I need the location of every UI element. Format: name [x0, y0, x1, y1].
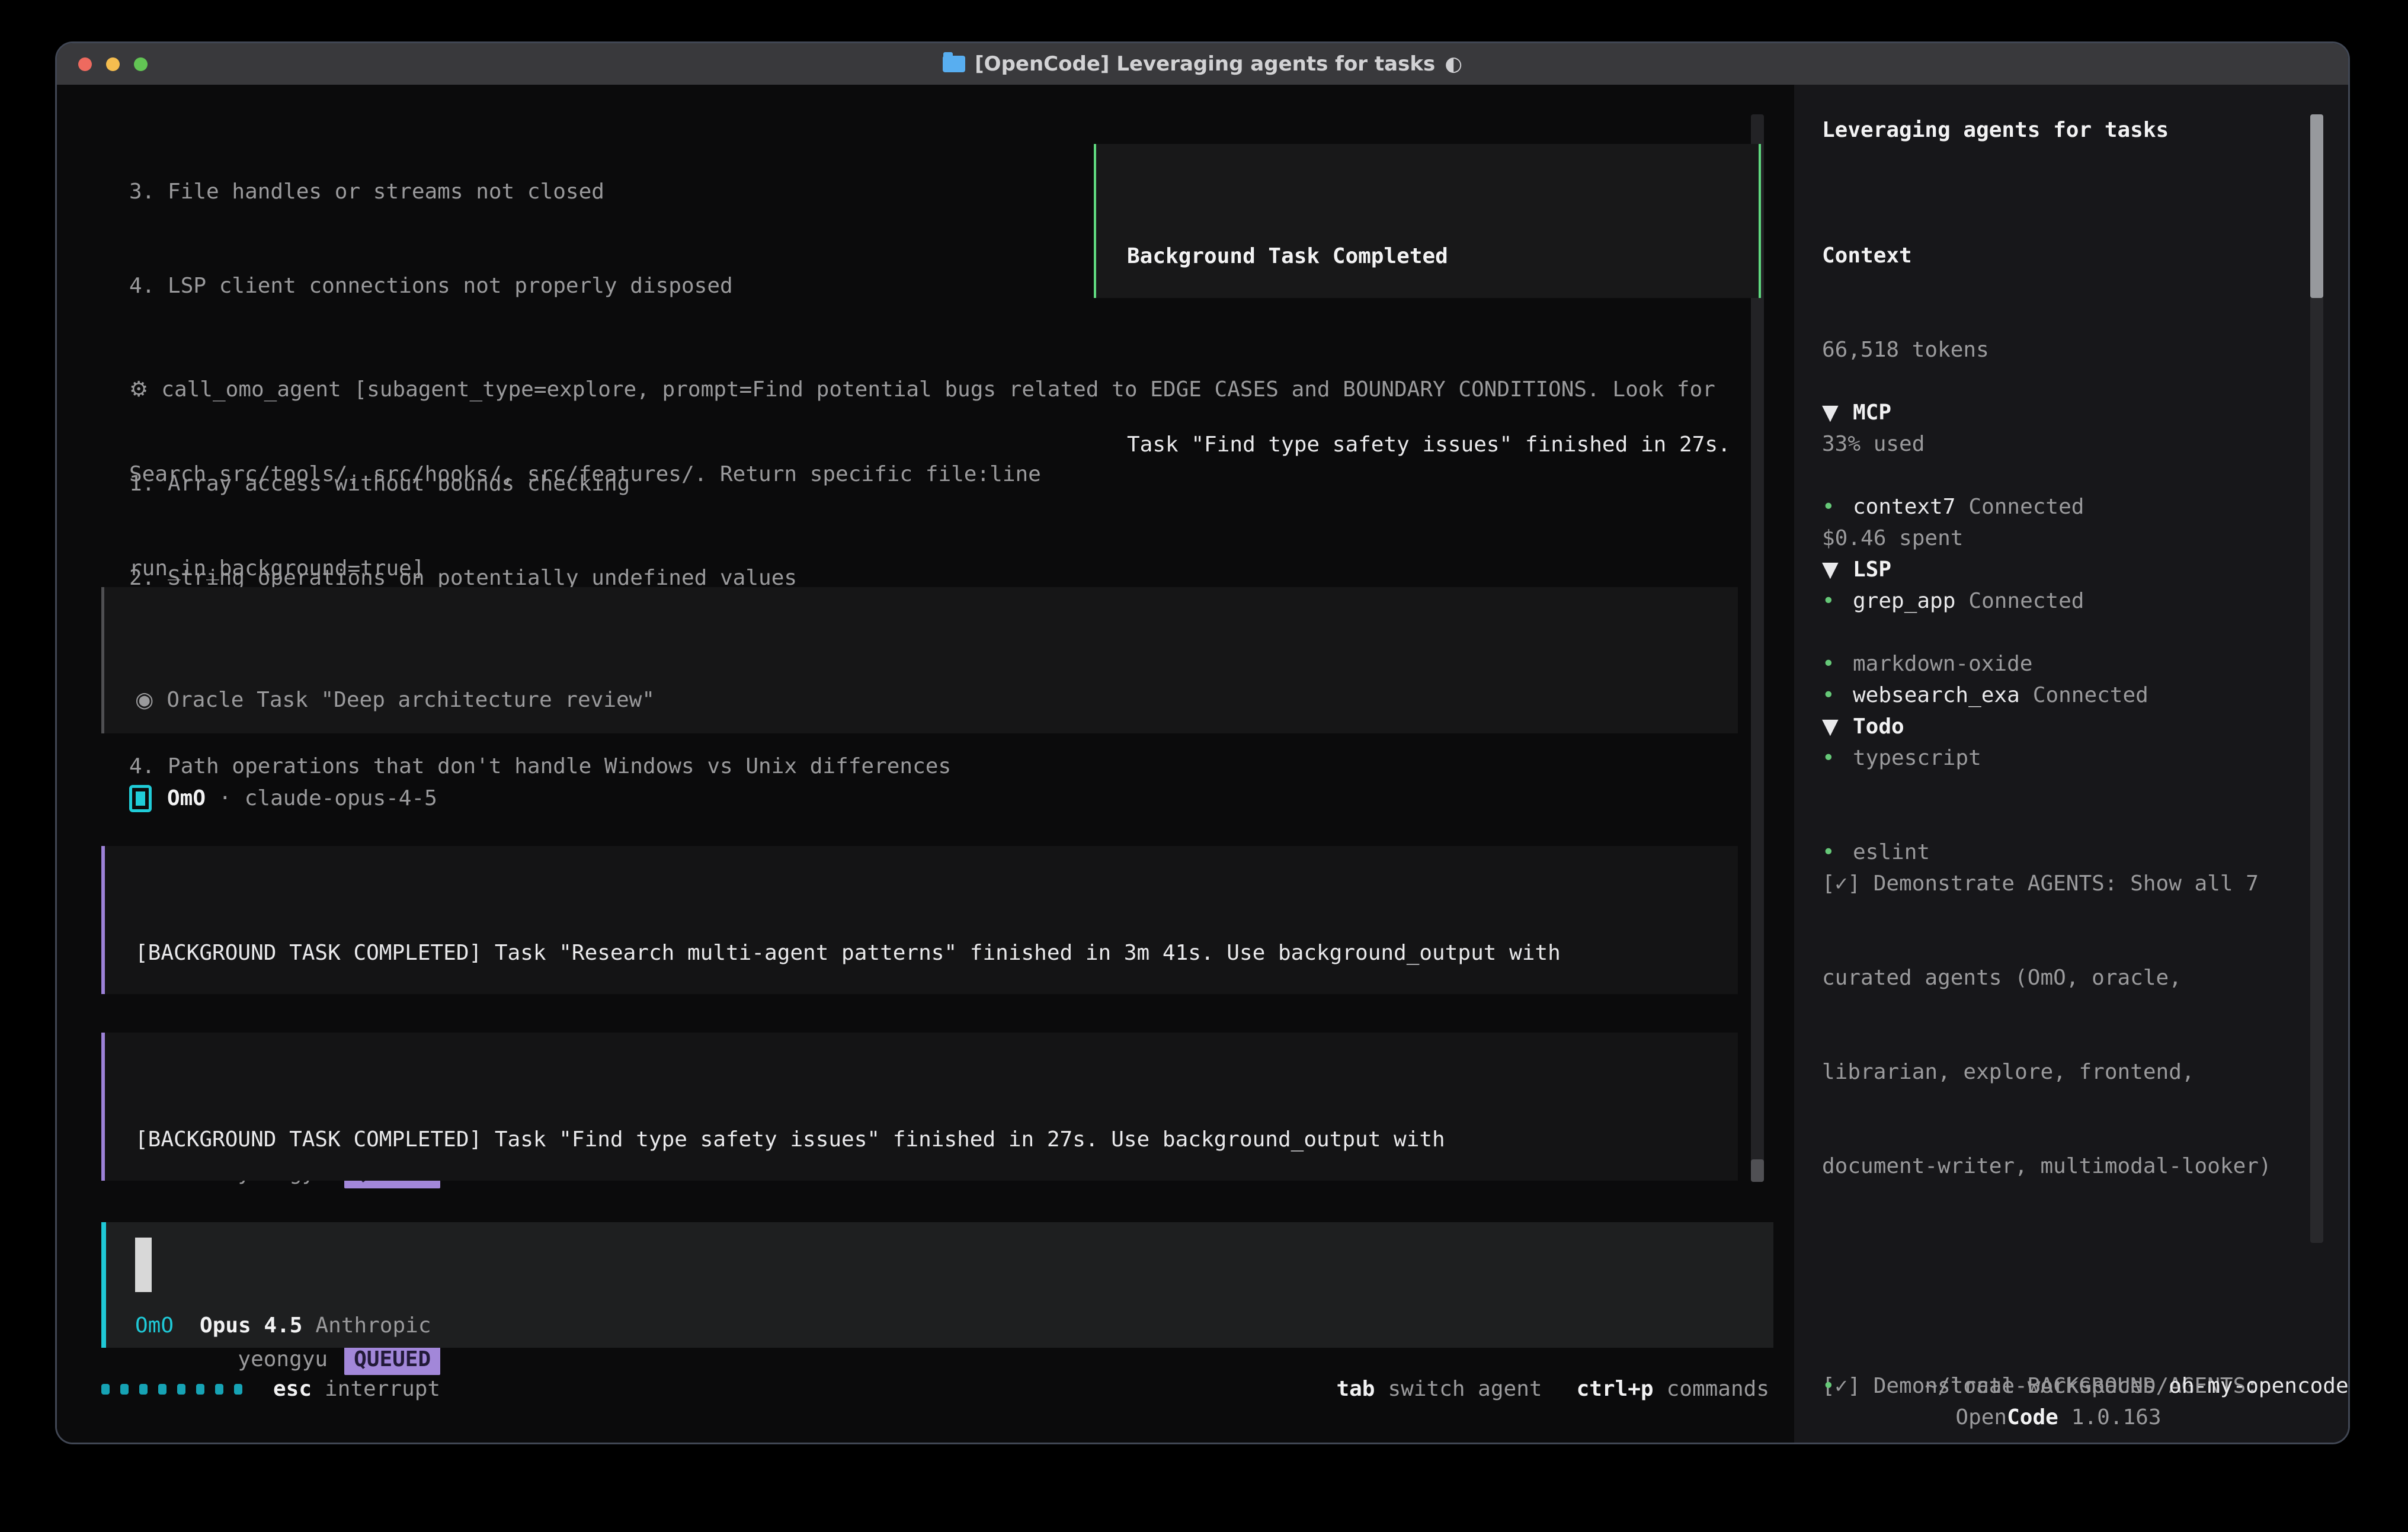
input-agent-name: OmO	[135, 1310, 174, 1341]
oracle-title: Oracle Task "Deep architecture review"	[166, 684, 655, 716]
terminal-window: [OpenCode] Leveraging agents for tasks ◐…	[55, 41, 2350, 1444]
sidebar: Leveraging agents for tasks Context 66,5…	[1794, 85, 2350, 1444]
lsp-section-header[interactable]: ▼LSP	[1822, 554, 2032, 585]
todo-line: document-writer, multimodal-looker)	[1822, 1150, 2297, 1182]
todo-item-done: [✓] Demonstrate AGENTS: Show all 7 curat…	[1822, 805, 2297, 1245]
task-line: [BACKGROUND TASK COMPLETED] Task "Resear…	[135, 937, 1738, 969]
mcp-heading: MCP	[1853, 397, 1891, 428]
input-meta-line: OmO Opus 4.5 Anthropic	[135, 1310, 431, 1341]
toast-body: Task "Find type safety issues" finished …	[1127, 429, 1759, 460]
context-heading: Context	[1822, 240, 1989, 271]
session-title: Leveraging agents for tasks	[1822, 114, 2169, 146]
collapse-triangle-icon: ▼	[1822, 554, 1853, 585]
session-state-icon: ◐	[1445, 52, 1462, 76]
tab-key-label: switch agent	[1388, 1373, 1542, 1405]
window-title: [OpenCode] Leveraging agents for tasks	[975, 52, 1435, 76]
tab-key-hint: tab	[1336, 1373, 1375, 1405]
agent-avatar-icon	[129, 785, 152, 812]
esc-key-hint: esc	[273, 1373, 312, 1405]
maximize-button[interactable]	[134, 57, 148, 71]
titlebar[interactable]: [OpenCode] Leveraging agents for tasks ◐	[57, 43, 2348, 85]
version-line: • OpenCode 1.0.163	[1822, 1370, 2162, 1444]
terminal-line: 4. LSP client connections not properly d…	[129, 270, 1041, 302]
separator-dot: ·	[219, 783, 232, 814]
green-dot-icon: •	[1822, 1370, 1853, 1444]
text-cursor	[135, 1238, 152, 1292]
status-bar: esc interrupt tab switch agent ctrl+p co…	[101, 1373, 1769, 1405]
agent-name: OmO	[167, 783, 206, 814]
collapse-triangle-icon: ▼	[1822, 711, 1853, 742]
oracle-title-line: ◉ Oracle Task "Deep architecture review"	[135, 684, 1738, 716]
folder-icon	[943, 56, 965, 72]
background-task-card: [BACKGROUND TASK COMPLETED] Task "Resear…	[101, 846, 1738, 994]
agent-message-header: OmO · claude-opus-4-5	[129, 783, 437, 814]
agent-model: claude-opus-4-5	[245, 783, 437, 814]
esc-key-label: interrupt	[325, 1373, 440, 1405]
input-provider: Anthropic	[315, 1310, 431, 1341]
todo-line: curated agents (OmO, oracle,	[1822, 962, 2297, 993]
gear-icon: ⚙	[129, 374, 148, 405]
todo-line: [✓] Demonstrate AGENTS: Show all 7	[1822, 868, 2297, 899]
task-line: [BACKGROUND TASK COMPLETED] Task "Find t…	[135, 1124, 1738, 1155]
ctrlp-key-label: commands	[1667, 1373, 1769, 1405]
workspace-path-main: oh-my-opencode:	[2169, 1374, 2350, 1398]
close-button[interactable]	[78, 57, 92, 71]
status-badge: QUEUED	[344, 1344, 440, 1375]
spinner-dots-icon	[101, 1384, 242, 1395]
sidebar-scrollbar[interactable]	[2310, 114, 2323, 1243]
input-model: Opus 4.5	[200, 1310, 302, 1341]
terminal-line: 3. File handles or streams not closed	[129, 176, 1041, 207]
background-task-toast: Background Task Completed Task "Find typ…	[1094, 144, 1761, 298]
todo-section-header[interactable]: ▼Todo	[1822, 711, 2297, 742]
oracle-task-card: ◉ Oracle Task "Deep architecture review"…	[101, 587, 1738, 733]
sidebar-scrollbar-thumb[interactable]	[2310, 114, 2323, 298]
toast-title: Background Task Completed	[1127, 241, 1759, 272]
app-version: 1.0.163	[2071, 1405, 2162, 1430]
ctrlp-key-hint: ctrl+p	[1577, 1373, 1654, 1405]
record-circle-icon: ◉	[135, 684, 153, 716]
background-task-card: [BACKGROUND TASK COMPLETED] Task "Find t…	[101, 1033, 1738, 1181]
mcp-section-header[interactable]: ▼MCP	[1822, 397, 2148, 428]
todo-line: librarian, explore, frontend,	[1822, 1056, 2297, 1088]
app-name-prefix: Open	[1955, 1405, 2007, 1430]
app-name-bold: Code	[2007, 1405, 2058, 1430]
todo-heading: Todo	[1853, 711, 1904, 742]
lsp-heading: LSP	[1853, 554, 1891, 585]
collapse-triangle-icon: ▼	[1822, 397, 1853, 428]
chat-scrollbar-thumb[interactable]	[1751, 1159, 1764, 1182]
chat-pane: 3. File handles or streams not closed 4.…	[57, 85, 1794, 1444]
prompt-input[interactable]: OmO Opus 4.5 Anthropic	[101, 1222, 1773, 1348]
minimize-button[interactable]	[106, 57, 120, 71]
task-user: yeongyu	[238, 1347, 328, 1371]
